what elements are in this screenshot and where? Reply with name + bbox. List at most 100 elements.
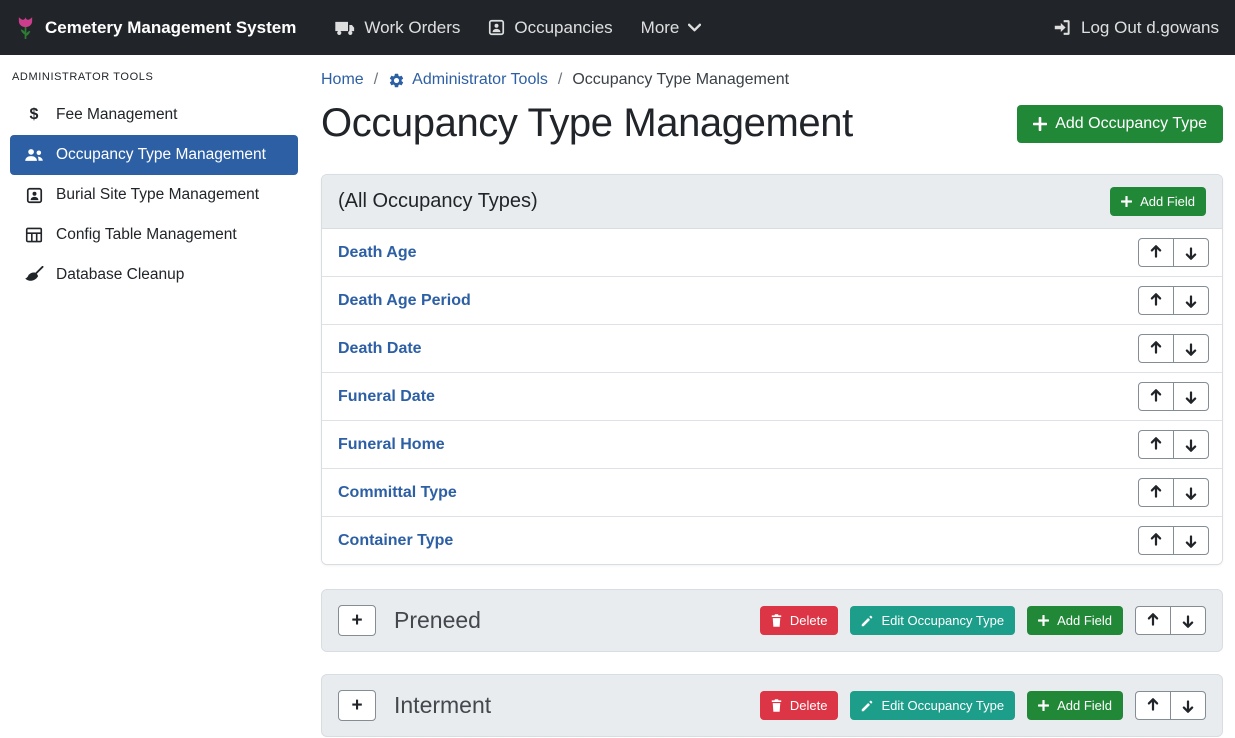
edit-occupancy-type-label: Edit Occupancy Type bbox=[881, 613, 1004, 628]
move-down-button[interactable] bbox=[1173, 286, 1209, 315]
brand-title: Cemetery Management System bbox=[45, 18, 296, 38]
arrow-up-icon bbox=[1147, 697, 1159, 714]
field-link[interactable]: Death Date bbox=[338, 340, 422, 358]
move-down-button[interactable] bbox=[1173, 526, 1209, 555]
arrow-down-icon bbox=[1185, 532, 1197, 549]
move-down-button[interactable] bbox=[1173, 334, 1209, 363]
delete-button[interactable]: Delete bbox=[760, 691, 839, 720]
plus-icon bbox=[1038, 700, 1049, 711]
arrow-up-icon bbox=[1150, 388, 1162, 405]
field-link[interactable]: Committal Type bbox=[338, 484, 457, 502]
app-window: Cemetery Management System Work Orders bbox=[0, 0, 1235, 738]
sidebar-item-label: Fee Management bbox=[56, 106, 178, 124]
add-field-button[interactable]: Add Field bbox=[1027, 606, 1123, 635]
page-title: Occupancy Type Management bbox=[321, 101, 853, 146]
add-field-label: Add Field bbox=[1057, 613, 1112, 628]
add-field-label: Add Field bbox=[1140, 194, 1195, 209]
arrow-up-icon bbox=[1150, 292, 1162, 309]
all-occupancy-types-card: (All Occupancy Types) Add Field Death Ag… bbox=[321, 174, 1223, 565]
nav-occupancies[interactable]: Occupancies bbox=[474, 18, 626, 38]
field-link[interactable]: Funeral Date bbox=[338, 388, 435, 406]
edit-occupancy-type-button[interactable]: Edit Occupancy Type bbox=[850, 691, 1015, 720]
expand-button[interactable]: + bbox=[338, 690, 376, 721]
move-up-button[interactable] bbox=[1138, 238, 1174, 267]
arrow-down-icon bbox=[1185, 244, 1197, 261]
move-down-button[interactable] bbox=[1173, 382, 1209, 411]
reorder-button-group bbox=[1138, 382, 1209, 411]
arrow-up-icon bbox=[1150, 484, 1162, 501]
move-down-button[interactable] bbox=[1170, 606, 1206, 635]
expand-button[interactable]: + bbox=[338, 605, 376, 636]
sidebar-item-fee-management[interactable]: $ Fee Management bbox=[10, 95, 298, 135]
move-up-button[interactable] bbox=[1135, 606, 1171, 635]
field-row: Funeral Home bbox=[322, 421, 1222, 469]
sidebar-item-database-cleanup[interactable]: Database Cleanup bbox=[10, 255, 298, 295]
field-row: Death Age Period bbox=[322, 277, 1222, 325]
plus-icon bbox=[1121, 196, 1132, 207]
move-down-button[interactable] bbox=[1173, 238, 1209, 267]
nav-more-label: More bbox=[641, 18, 680, 38]
sign-out-icon bbox=[1053, 19, 1072, 36]
logout-label: Log Out d.gowans bbox=[1081, 18, 1219, 38]
reorder-button-group bbox=[1138, 526, 1209, 555]
broom-icon bbox=[23, 266, 45, 284]
nav-more[interactable]: More bbox=[627, 18, 716, 38]
occupancy-type-title: Preneed bbox=[394, 607, 760, 634]
field-link[interactable]: Death Age Period bbox=[338, 292, 471, 310]
arrow-down-icon bbox=[1182, 697, 1194, 714]
add-occupancy-type-button[interactable]: Add Occupancy Type bbox=[1017, 105, 1223, 143]
title-row: Occupancy Type Management Add Occupancy … bbox=[321, 101, 1223, 146]
arrow-up-icon bbox=[1150, 244, 1162, 261]
arrow-down-icon bbox=[1182, 612, 1194, 629]
move-up-button[interactable] bbox=[1138, 430, 1174, 459]
breadcrumb-separator: / bbox=[558, 71, 562, 89]
arrow-down-icon bbox=[1185, 340, 1197, 357]
nav-work-orders[interactable]: Work Orders bbox=[320, 18, 474, 38]
field-row: Death Age bbox=[322, 229, 1222, 277]
breadcrumb-home[interactable]: Home bbox=[321, 71, 364, 89]
table-icon bbox=[23, 227, 45, 243]
reorder-button-group bbox=[1138, 238, 1209, 267]
brand-home-link[interactable]: Cemetery Management System bbox=[16, 15, 296, 41]
top-navbar: Cemetery Management System Work Orders bbox=[0, 0, 1235, 55]
arrow-up-icon bbox=[1150, 340, 1162, 357]
nav-occupancies-label: Occupancies bbox=[514, 18, 612, 38]
sidebar-item-burial-site-type-management[interactable]: Burial Site Type Management bbox=[10, 175, 298, 215]
field-link[interactable]: Container Type bbox=[338, 532, 453, 550]
sidebar-item-label: Config Table Management bbox=[56, 226, 237, 244]
breadcrumb-administrator-tools[interactable]: Administrator Tools bbox=[388, 71, 548, 89]
move-down-button[interactable] bbox=[1170, 691, 1206, 720]
move-up-button[interactable] bbox=[1138, 526, 1174, 555]
sidebar-item-occupancy-type-management[interactable]: Occupancy Type Management bbox=[10, 135, 298, 175]
dollar-icon: $ bbox=[23, 106, 45, 124]
move-up-button[interactable] bbox=[1138, 286, 1174, 315]
move-up-button[interactable] bbox=[1135, 691, 1171, 720]
sidebar-item-label: Database Cleanup bbox=[56, 266, 184, 284]
main-content: Home / Administrator Tools / Occupancy T… bbox=[309, 55, 1235, 737]
field-row: Funeral Date bbox=[322, 373, 1222, 421]
edit-occupancy-type-button[interactable]: Edit Occupancy Type bbox=[850, 606, 1015, 635]
occupancy-type-title: Interment bbox=[394, 692, 760, 719]
breadcrumb: Home / Administrator Tools / Occupancy T… bbox=[321, 71, 1223, 89]
occupancy-type-actions: Delete Edit Occupancy Type Add Field bbox=[760, 606, 1206, 635]
move-up-button[interactable] bbox=[1138, 334, 1174, 363]
sidebar-item-config-table-management[interactable]: Config Table Management bbox=[10, 215, 298, 255]
add-field-button[interactable]: Add Field bbox=[1027, 691, 1123, 720]
move-up-button[interactable] bbox=[1138, 478, 1174, 507]
logout-link[interactable]: Log Out d.gowans bbox=[1039, 18, 1219, 38]
move-down-button[interactable] bbox=[1173, 478, 1209, 507]
plus-icon bbox=[1038, 615, 1049, 626]
move-down-button[interactable] bbox=[1173, 430, 1209, 459]
delete-button[interactable]: Delete bbox=[760, 606, 839, 635]
gear-icon bbox=[388, 72, 405, 89]
pencil-icon bbox=[861, 700, 873, 712]
add-field-button[interactable]: Add Field bbox=[1110, 187, 1206, 216]
edit-occupancy-type-label: Edit Occupancy Type bbox=[881, 698, 1004, 713]
breadcrumb-current: Occupancy Type Management bbox=[572, 71, 789, 89]
move-up-button[interactable] bbox=[1138, 382, 1174, 411]
field-link[interactable]: Death Age bbox=[338, 244, 417, 262]
arrow-down-icon bbox=[1185, 388, 1197, 405]
field-link[interactable]: Funeral Home bbox=[338, 436, 445, 454]
add-occupancy-type-label: Add Occupancy Type bbox=[1055, 115, 1207, 133]
arrow-up-icon bbox=[1147, 612, 1159, 629]
